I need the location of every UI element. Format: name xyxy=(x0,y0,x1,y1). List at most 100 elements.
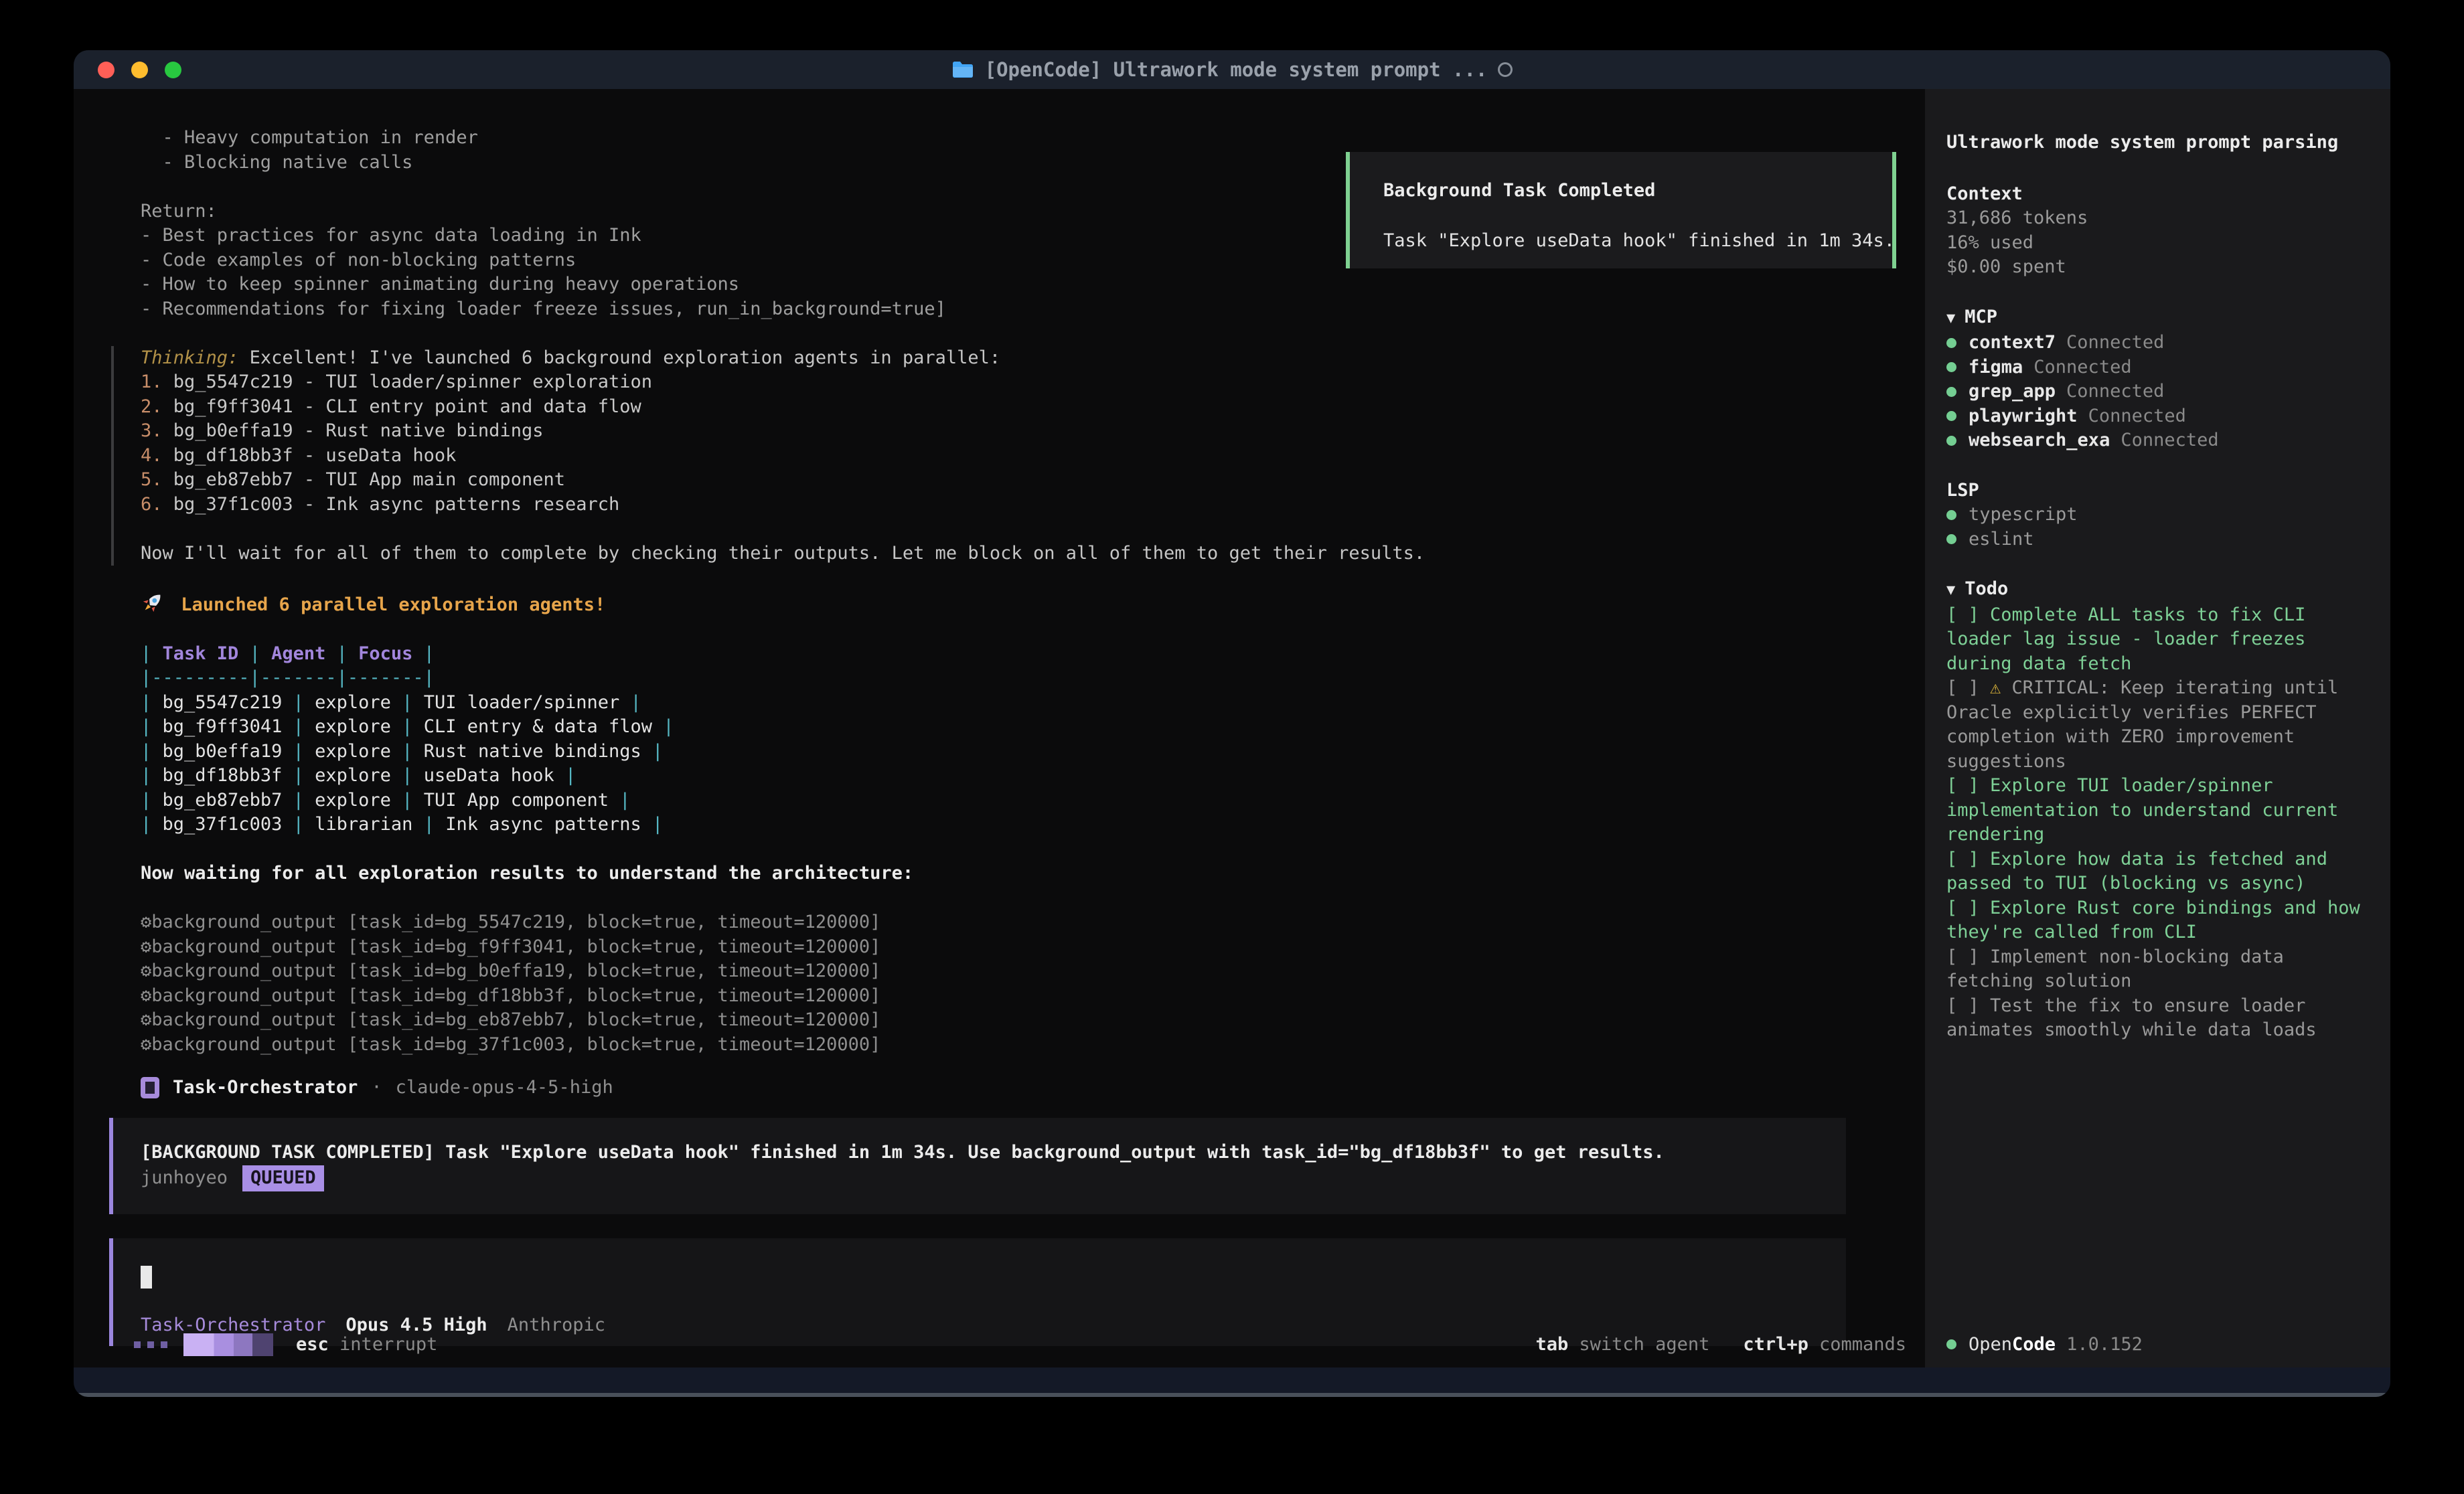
gear-icon: ⚙ xyxy=(141,912,151,932)
todo-items: [ ] Complete ALL tasks to fix CLI loader… xyxy=(1946,603,2372,1043)
table-pipe: | xyxy=(293,765,304,786)
sidebar: Ultrawork mode system prompt parsing Con… xyxy=(1925,89,2390,1367)
toast-body: Task "Explore useData hook" finished in … xyxy=(1383,229,1865,254)
tool-call-line: ⚙background_output [task_id=bg_f9ff3041,… xyxy=(141,935,1925,960)
thinking-item: 3. bg_b0effa19 - Rust native bindings xyxy=(141,419,1925,444)
text-cursor xyxy=(141,1266,152,1289)
tool-call-line: ⚙background_output [task_id=bg_b0effa19,… xyxy=(141,959,1925,984)
mcp-section-header[interactable]: ▼MCP xyxy=(1946,305,2372,331)
table-pipe: | xyxy=(652,741,663,762)
launch-banner-text: Launched 6 parallel exploration agents! xyxy=(170,594,605,615)
table-pipe: | xyxy=(141,692,151,713)
table-header-row: | Task ID | Agent | Focus | xyxy=(141,642,1925,667)
context-tokens: 31,686 tokens xyxy=(1946,206,2372,231)
thinking-text: Excellent! I've launched 6 background ex… xyxy=(238,347,1000,368)
table-cell: bg_f9ff3041 xyxy=(151,716,293,737)
thinking-item: 5. bg_eb87ebb7 - TUI App main component xyxy=(141,468,1925,493)
thinking-item-text: bg_b0effa19 - Rust native bindings xyxy=(163,420,544,441)
todo-checkbox: [ ] xyxy=(1946,775,1990,796)
window-body: - Heavy computation in render - Blocking… xyxy=(74,89,2390,1367)
tool-call-text: background_output [task_id=bg_f9ff3041, … xyxy=(151,936,880,957)
table-cell: bg_37f1c003 xyxy=(151,814,293,835)
queued-message-row: junhoyeo QUEUED xyxy=(141,1165,1819,1191)
status-right: tab switch agent ctrl+p commands xyxy=(1536,1333,1906,1357)
input-line[interactable] xyxy=(141,1265,1819,1290)
mcp-item: grep_appConnected xyxy=(1946,380,2372,404)
close-button[interactable] xyxy=(98,62,114,78)
table-pipe: | xyxy=(402,692,412,713)
tab-label: switch agent xyxy=(1579,1333,1709,1357)
todo-item: [ ] Complete ALL tasks to fix CLI loader… xyxy=(1946,603,2372,677)
thinking-wait-line: Now I'll wait for all of them to complet… xyxy=(141,542,1925,566)
lsp-name: typescript xyxy=(1969,503,2078,527)
mcp-status: Connected xyxy=(2066,331,2164,355)
thinking-item: 1. bg_5547c219 - TUI loader/spinner expl… xyxy=(141,370,1925,395)
tool-result-line: - Recommendations for fixing loader free… xyxy=(141,297,1925,322)
terminal-main: - Heavy computation in render - Blocking… xyxy=(74,89,1925,1367)
table-cell: useData hook xyxy=(412,765,565,786)
ctrlp-key: ctrl+p xyxy=(1743,1333,1808,1357)
gear-icon: ⚙ xyxy=(141,1009,151,1030)
table-cell: CLI entry & data flow xyxy=(412,716,663,737)
rocket-icon xyxy=(141,590,165,614)
agent-badge-icon xyxy=(141,1077,159,1098)
sidebar-footer: OpenCode 1.0.152 xyxy=(1946,1333,2143,1357)
table-cell: explore xyxy=(304,765,402,786)
table-pipe: | xyxy=(663,716,674,737)
ctrlp-label: commands xyxy=(1819,1333,1906,1357)
session-title: Ultrawork mode system prompt parsing xyxy=(1946,131,2372,155)
tool-call-text: background_output [task_id=bg_df18bb3f, … xyxy=(151,985,880,1006)
table-pipe: | xyxy=(141,765,151,786)
zoom-button[interactable] xyxy=(165,62,181,78)
waiting-line: Now waiting for all exploration results … xyxy=(141,861,1925,886)
table-pipe: | xyxy=(250,643,260,664)
thinking-header: Thinking: Excellent! I've launched 6 bac… xyxy=(141,346,1925,371)
table-cell: explore xyxy=(304,790,402,811)
todo-text: Complete ALL tasks to fix CLI loader lag… xyxy=(1946,604,2305,674)
table-cell: TUI loader/spinner xyxy=(412,692,630,713)
todo-text: Implement non-blocking data fetching sol… xyxy=(1946,946,2284,992)
toast-notification[interactable]: Background Task Completed Task "Explore … xyxy=(1346,152,1896,268)
todo-item: [ ] Implement non-blocking data fetching… xyxy=(1946,945,2372,994)
mcp-status: Connected xyxy=(2121,428,2218,453)
thinking-items: 1. bg_5547c219 - TUI loader/spinner expl… xyxy=(141,370,1925,517)
titlebar[interactable]: [OpenCode] Ultrawork mode system prompt … xyxy=(74,50,2390,89)
context-used: 16% used xyxy=(1946,231,2372,256)
chevron-down-icon: ▼ xyxy=(1946,582,1955,598)
app-window: [OpenCode] Ultrawork mode system prompt … xyxy=(74,50,2390,1397)
launch-banner: Launched 6 parallel exploration agents! xyxy=(141,590,1925,618)
todo-section-header[interactable]: ▼Todo xyxy=(1946,577,2372,603)
table-cell: bg_eb87ebb7 xyxy=(151,790,293,811)
agent-identity-line: Task-Orchestrator · claude-opus-4-5-high xyxy=(141,1076,1925,1100)
thinking-item-text: bg_f9ff3041 - CLI entry point and data f… xyxy=(163,396,641,417)
minimize-button[interactable] xyxy=(131,62,148,78)
thinking-item-text: bg_37f1c003 - Ink async patterns researc… xyxy=(163,494,620,515)
folder-icon xyxy=(951,60,974,79)
mcp-status: Connected xyxy=(2088,404,2186,429)
mcp-item: context7Connected xyxy=(1946,331,2372,355)
esc-label: interrupt xyxy=(339,1334,437,1355)
queued-user: junhoyeo xyxy=(141,1166,228,1191)
window-title: [OpenCode] Ultrawork mode system prompt … xyxy=(951,58,1513,81)
table-cell: Agent xyxy=(260,643,337,664)
table-pipe: | xyxy=(402,716,412,737)
table-pipe: | xyxy=(652,814,663,835)
table-pipe: | xyxy=(402,765,412,786)
gear-icon: ⚙ xyxy=(141,1034,151,1055)
lsp-name: eslint xyxy=(1969,527,2034,552)
mcp-name: websearch_exa xyxy=(1969,428,2110,453)
todo-item: [ ] Explore Rust core bindings and how t… xyxy=(1946,896,2372,945)
table-row: | bg_37f1c003 | librarian | Ink async pa… xyxy=(141,813,1925,837)
window-bottom-strip xyxy=(74,1367,2390,1397)
mcp-status: Connected xyxy=(2066,380,2164,404)
busy-spinner-icon xyxy=(134,1333,273,1356)
table-pipe: | xyxy=(402,790,412,811)
prompt-input-block[interactable]: Task-Orchestrator Opus 4.5 High Anthropi… xyxy=(109,1238,1846,1346)
table-pipe: | xyxy=(402,741,412,762)
app-version: 1.0.152 xyxy=(2066,1333,2143,1357)
todo-checkbox: [ ] xyxy=(1946,898,1990,918)
proxy-circle-icon[interactable] xyxy=(1498,62,1513,77)
table-row: | bg_f9ff3041 | explore | CLI entry & da… xyxy=(141,715,1925,740)
table-pipe: | xyxy=(565,765,576,786)
thinking-label: Thinking: xyxy=(141,347,238,368)
